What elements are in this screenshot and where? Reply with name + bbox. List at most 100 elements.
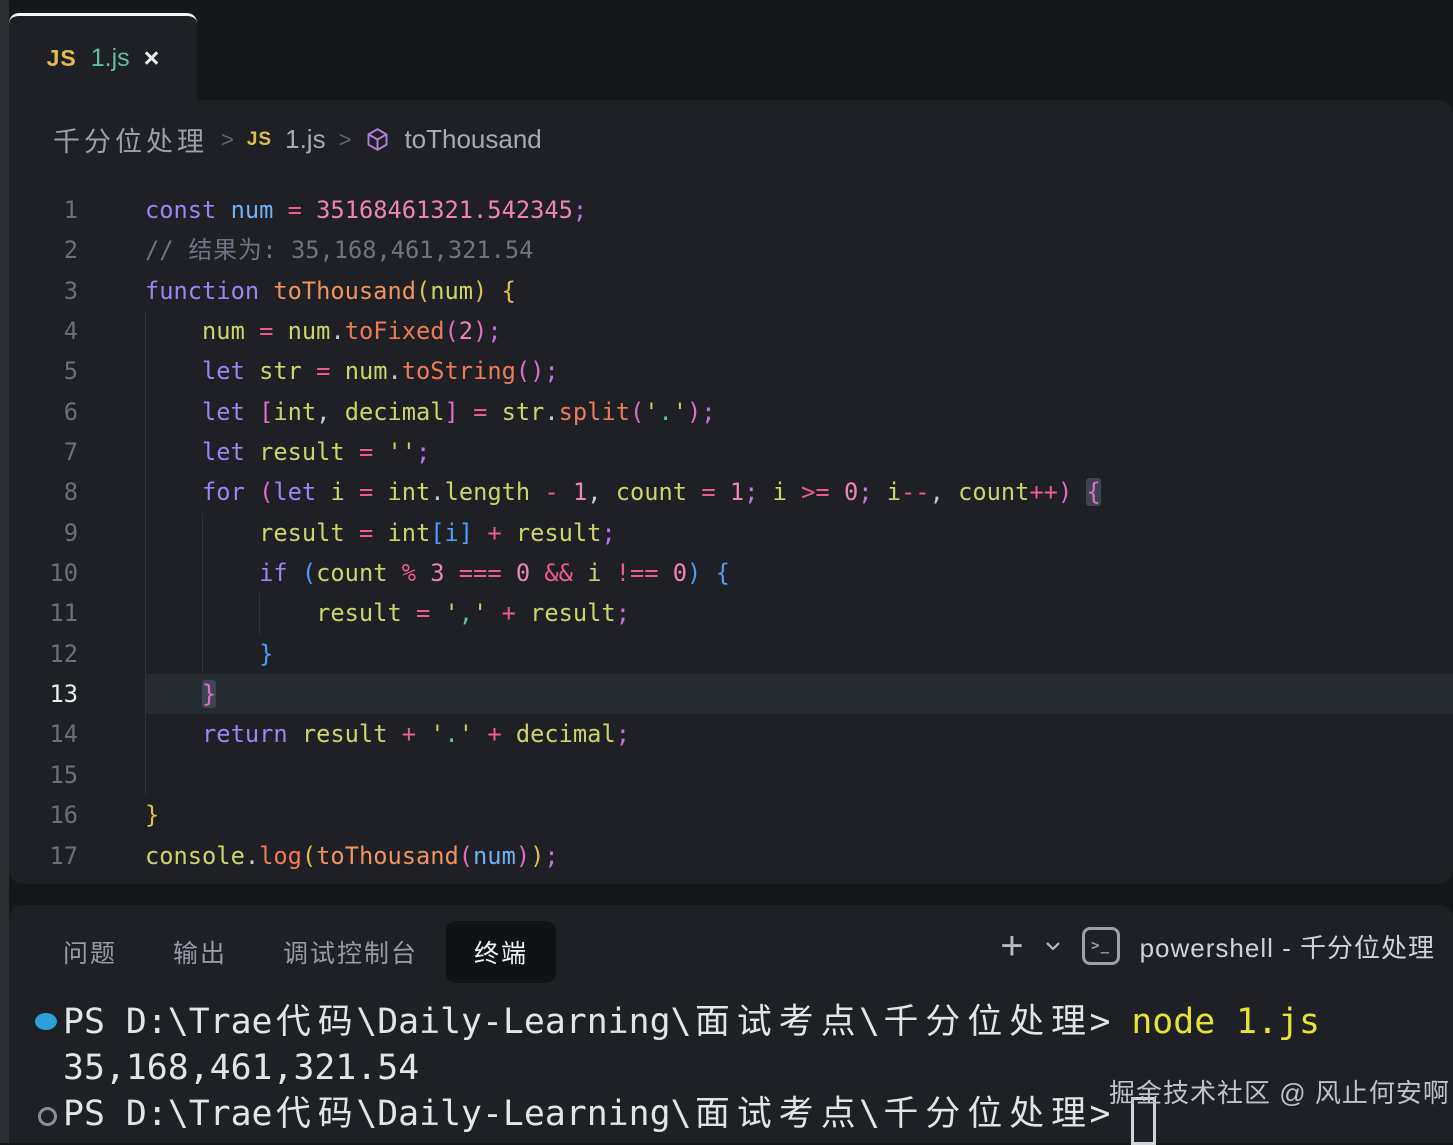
code-text[interactable]: let str = num.toString(); (145, 351, 1453, 391)
code-line[interactable]: 6 let [int, decimal] = str.split('.'); (9, 392, 1453, 432)
window-left-edge (0, 0, 9, 1143)
code-text[interactable]: } (145, 674, 1453, 714)
code-line[interactable]: 16} (9, 795, 1453, 835)
code-text[interactable]: function toThousand(num) { (145, 271, 1453, 311)
line-number: 12 (9, 634, 78, 674)
indent-guide (202, 634, 203, 674)
editor-tab-1js[interactable]: JS 1.js × (9, 13, 197, 100)
terminal-session-label[interactable]: powershell - 千分位处理 (1140, 928, 1435, 965)
code-editor: 千分位处理 > JS 1.js > toThousand 1 const num … (9, 100, 1453, 884)
code-line[interactable]: 9 result = int[i] + result; (9, 513, 1453, 553)
code-text[interactable] (145, 755, 1453, 795)
code-text[interactable]: let [int, decimal] = str.split('.'); (145, 392, 1453, 432)
watermark-text: 掘金技术社区 @ 风止何安啊 (1109, 1073, 1450, 1110)
terminal-toolbar: + >_ powershell - 千分位处理 (1000, 927, 1435, 965)
bottom-panel: 问题输出调试控制台终端 + >_ powershell - 千分位处理 PS D… (9, 905, 1453, 1143)
line-number: 16 (9, 795, 78, 835)
line-number: 14 (9, 714, 78, 754)
indent-guide (145, 553, 146, 593)
code-line[interactable]: 4 num = num.toFixed(2); (9, 311, 1453, 351)
code-text[interactable]: result = int[i] + result; (145, 513, 1453, 553)
code-text[interactable]: const num = 35168461321.542345; (145, 190, 1453, 230)
terminal-output[interactable]: PS D:\Trae代码\Daily-Learning\面试考点\千分位处理> … (9, 999, 1453, 1137)
code-line[interactable]: 11 result = ',' + result; (9, 593, 1453, 633)
code-line[interactable]: 12 } (9, 634, 1453, 674)
terminal-dropdown-chevron-icon[interactable] (1044, 940, 1062, 952)
line-number: 11 (9, 593, 78, 633)
line-number: 6 (9, 392, 78, 432)
indent-guide (145, 513, 146, 553)
indent-guide (145, 311, 146, 351)
command-success-dot-icon (35, 1013, 57, 1030)
indent-guide (145, 432, 146, 472)
panel-tab-bar: 问题输出调试控制台终端 (35, 921, 556, 983)
code-text[interactable]: let result = ''; (145, 432, 1453, 472)
code-line[interactable]: 13 } (9, 674, 1453, 714)
line-number: 15 (9, 755, 78, 795)
tab-close-icon[interactable]: × (144, 45, 160, 72)
breadcrumb: 千分位处理 > JS 1.js > toThousand (53, 120, 542, 159)
panel-tab-3[interactable]: 调试控制台 (255, 921, 446, 983)
panel-tab-2[interactable]: 输出 (145, 921, 255, 983)
code-text[interactable]: } (145, 634, 1453, 674)
indent-guide (145, 392, 146, 432)
code-text[interactable]: for (let i = int.length - 1, count = 1; … (145, 472, 1453, 512)
breadcrumb-symbol[interactable]: toThousand (404, 124, 541, 155)
line-number: 2 (9, 230, 78, 270)
indent-guide (145, 714, 146, 754)
code-line[interactable]: 14 return result + '.' + decimal; (9, 714, 1453, 754)
indent-guide (202, 553, 203, 593)
code-text[interactable]: num = num.toFixed(2); (145, 311, 1453, 351)
code-line[interactable]: 2 // 结果为: 35,168,461,321.54 (9, 230, 1453, 270)
indent-guide (145, 351, 146, 391)
line-number: 10 (9, 553, 78, 593)
panel-tab-4[interactable]: 终端 (446, 921, 556, 983)
code-text[interactable]: result = ',' + result; (145, 593, 1453, 633)
code-line[interactable]: 10 if (count % 3 === 0 && i !== 0) { (9, 553, 1453, 593)
tab-file-name: 1.js (91, 44, 130, 73)
line-number: 5 (9, 351, 78, 391)
line-number: 7 (9, 432, 78, 472)
line-number: 9 (9, 513, 78, 553)
panel-tab-1[interactable]: 问题 (35, 921, 145, 983)
code-line[interactable]: 8 for (let i = int.length - 1, count = 1… (9, 472, 1453, 512)
indent-guide (202, 593, 203, 633)
powershell-terminal-icon: >_ (1082, 927, 1120, 965)
code-line[interactable]: 15 (9, 755, 1453, 795)
line-number: 1 (9, 190, 78, 230)
code-text[interactable]: console.log(toThousand(num)); (145, 836, 1453, 876)
breadcrumb-chevron-icon: > (339, 127, 352, 153)
indent-guide (145, 472, 146, 512)
indent-guide (259, 593, 260, 633)
line-number: 4 (9, 311, 78, 351)
symbol-cube-icon (364, 126, 391, 153)
indent-guide (145, 634, 146, 674)
line-number: 3 (9, 271, 78, 311)
code-line[interactable]: 17 console.log(toThousand(num)); (9, 836, 1453, 876)
code-line[interactable]: 5 let str = num.toString(); (9, 351, 1453, 391)
code-text[interactable]: if (count % 3 === 0 && i !== 0) { (145, 553, 1453, 593)
indent-guide (145, 674, 146, 714)
code-area[interactable]: 1 const num = 35168461321.542345; 2 // 结果为:… (9, 190, 1453, 876)
line-number: 13 (9, 674, 78, 714)
editor-tab-strip: JS 1.js × (9, 0, 1453, 100)
new-terminal-button[interactable]: + (1000, 930, 1023, 962)
javascript-file-icon: JS (247, 129, 272, 151)
line-number: 17 (9, 836, 78, 876)
breadcrumb-folder[interactable]: 千分位处理 (53, 120, 208, 159)
code-line[interactable]: 7 let result = ''; (9, 432, 1453, 472)
breadcrumb-file[interactable]: 1.js (285, 124, 325, 155)
indent-guide (145, 593, 146, 633)
line-number: 8 (9, 472, 78, 512)
code-line[interactable]: 1 const num = 35168461321.542345; (9, 190, 1453, 230)
indent-guide (202, 513, 203, 553)
command-pending-circle-icon (38, 1107, 57, 1126)
breadcrumb-chevron-icon: > (221, 127, 234, 153)
code-text[interactable]: return result + '.' + decimal; (145, 714, 1453, 754)
indent-guide (145, 755, 146, 795)
code-text[interactable]: } (145, 795, 1453, 835)
javascript-file-icon: JS (47, 45, 77, 72)
code-text[interactable]: // 结果为: 35,168,461,321.54 (145, 230, 1453, 270)
terminal-line[interactable]: PS D:\Trae代码\Daily-Learning\面试考点\千分位处理> … (9, 999, 1453, 1045)
code-line[interactable]: 3 function toThousand(num) { (9, 271, 1453, 311)
